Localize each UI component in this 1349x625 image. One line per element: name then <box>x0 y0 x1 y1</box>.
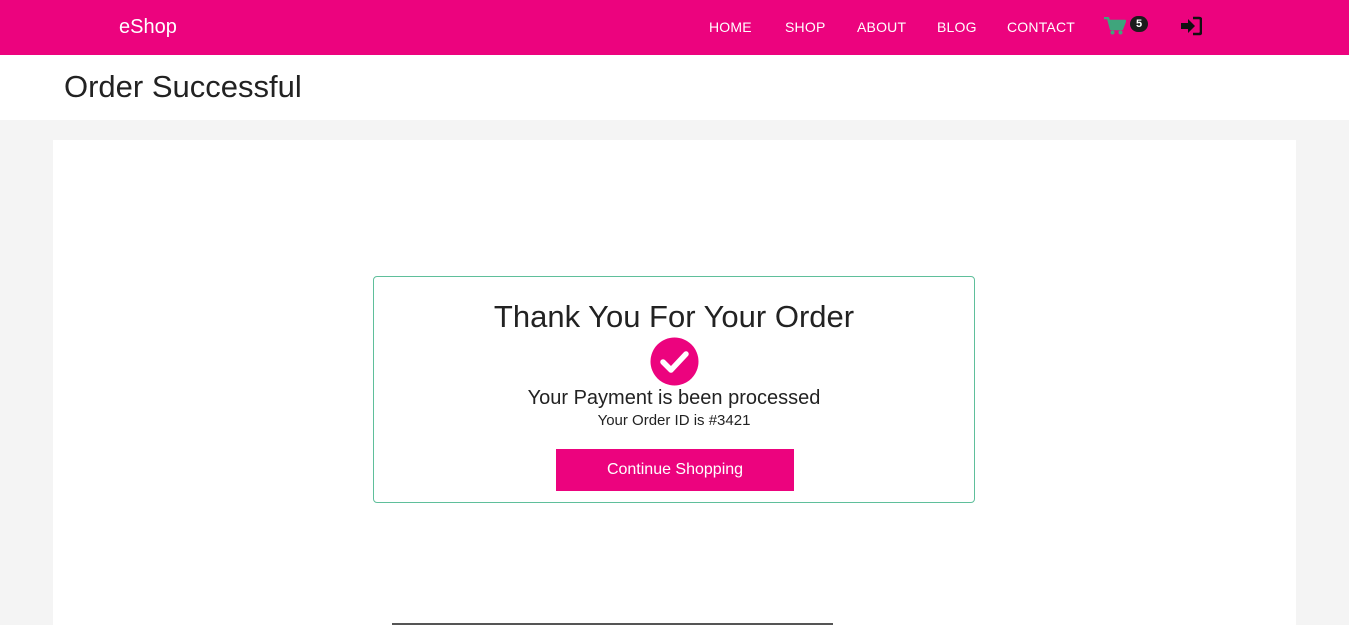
cart-icon <box>1104 17 1126 35</box>
nav-home[interactable]: HOME <box>709 19 752 35</box>
nav-about[interactable]: ABOUT <box>857 19 906 35</box>
order-confirmation-card: Thank You For Your Order Your Payment is… <box>373 276 975 503</box>
order-id-text: Your Order ID is #3421 <box>597 412 751 429</box>
check-circle-icon <box>650 337 699 386</box>
nav-shop[interactable]: SHOP <box>785 19 825 35</box>
cart-count-badge: 5 <box>1130 16 1148 32</box>
top-navbar: eShop HOME SHOP ABOUT BLOG CONTACT 5 <box>0 0 1349 55</box>
page-title: Order Successful <box>64 69 302 104</box>
nav-contact[interactable]: CONTACT <box>1007 19 1075 35</box>
sign-in-icon[interactable] <box>1180 16 1203 36</box>
continue-shopping-button[interactable]: Continue Shopping <box>556 449 794 491</box>
page-title-bar: Order Successful <box>0 55 1349 120</box>
cart-button[interactable]: 5 <box>1104 15 1148 39</box>
nav-blog[interactable]: BLOG <box>937 19 977 35</box>
payment-message: Your Payment is been processed <box>527 387 821 409</box>
thank-you-heading: Thank You For Your Order <box>493 299 855 334</box>
